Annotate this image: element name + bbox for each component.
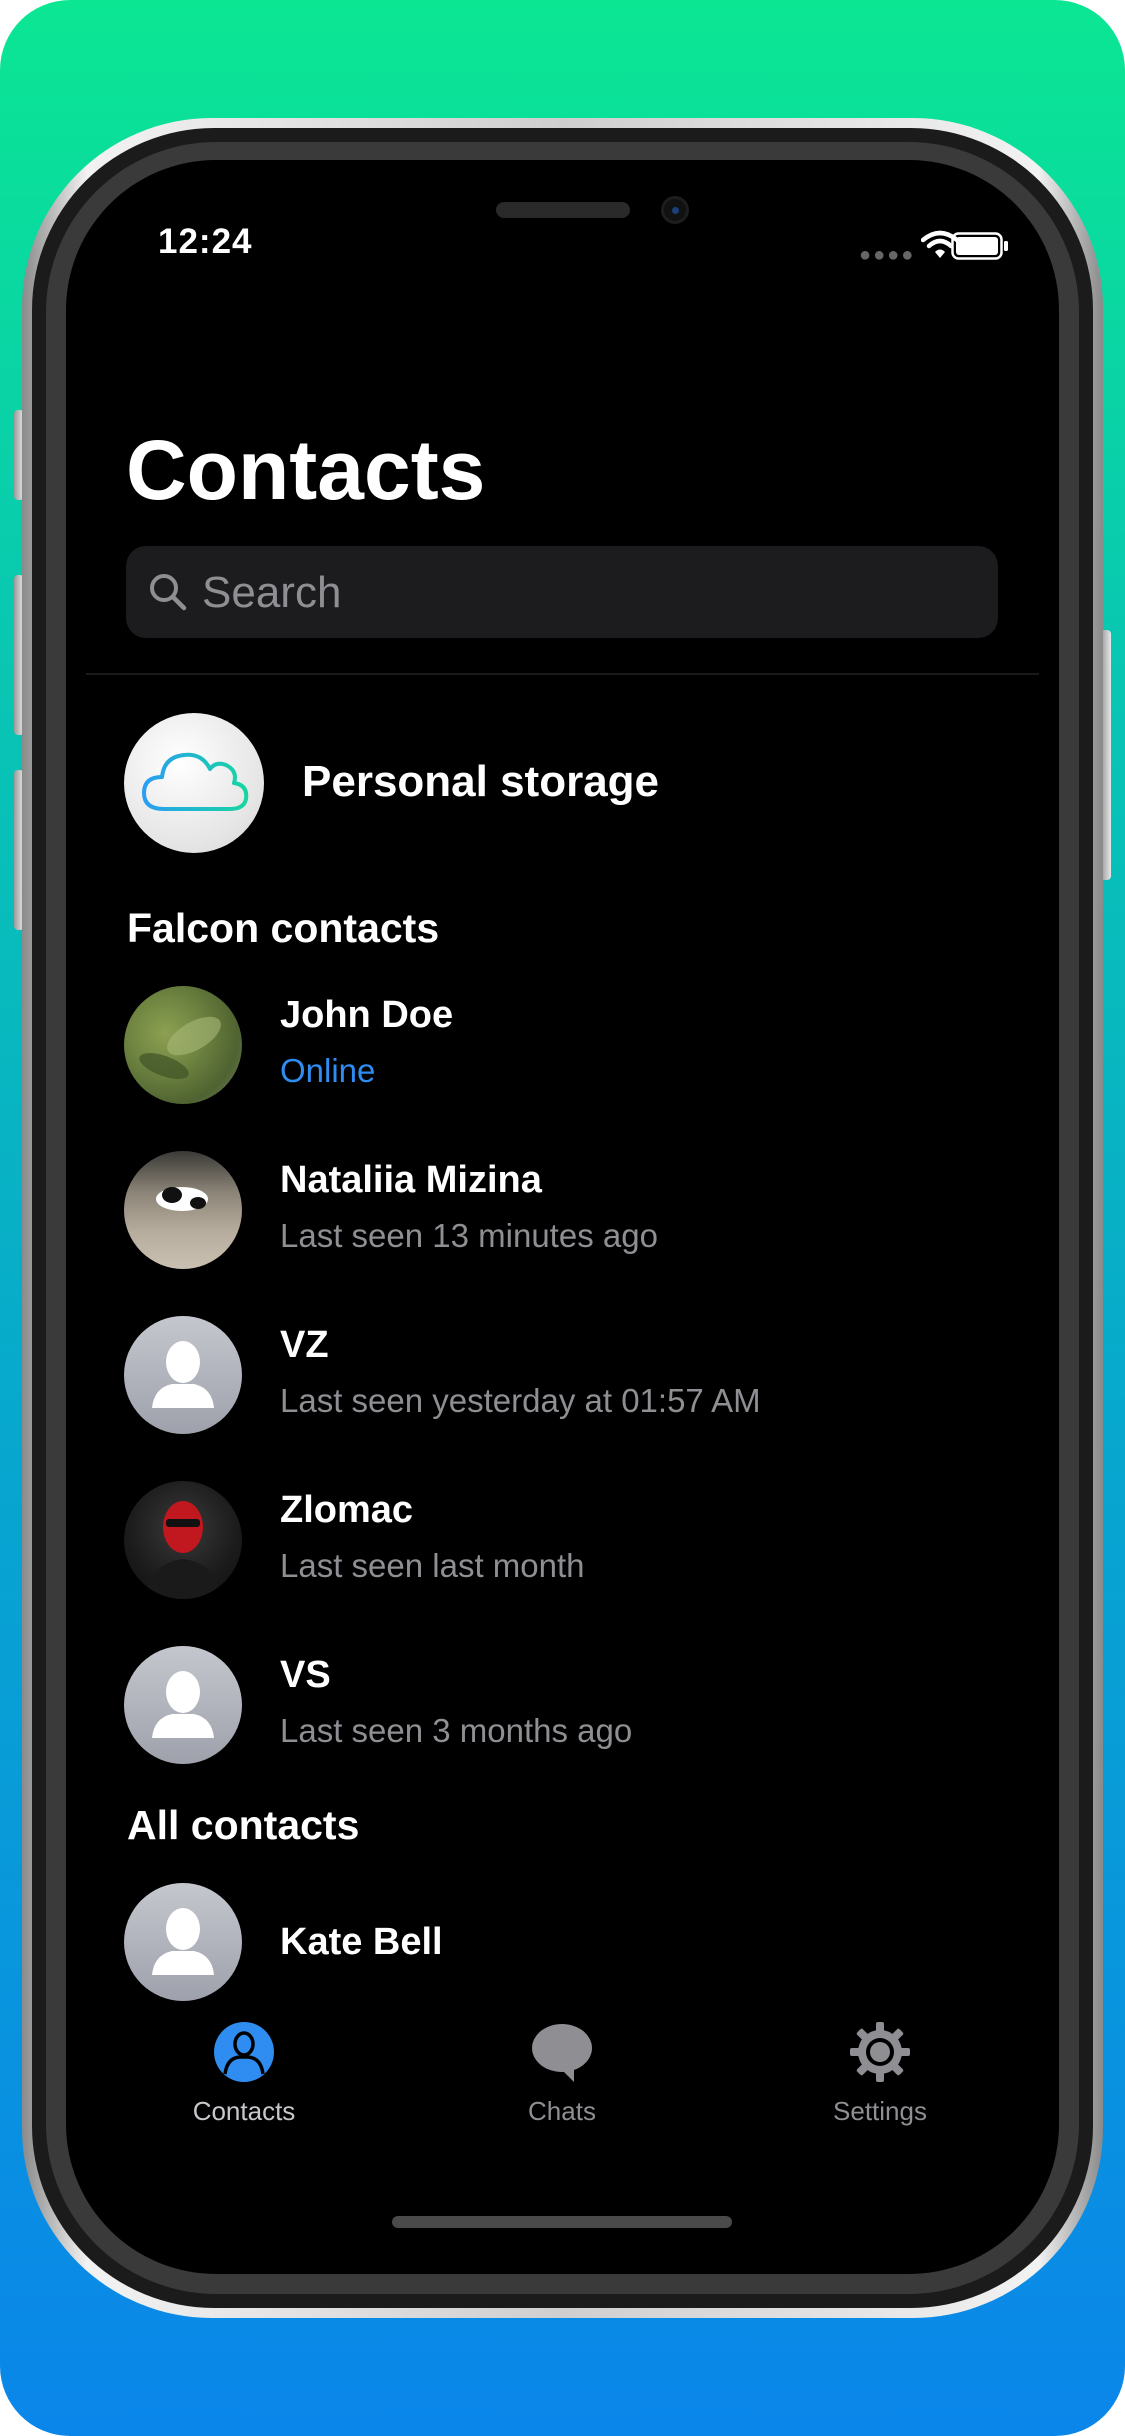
contact-name: VS: [280, 1654, 331, 1696]
cloud-icon: [142, 752, 249, 811]
contact-name: VZ: [280, 1324, 329, 1366]
earpiece-speaker: [496, 202, 630, 218]
tab-chats-label: Chats: [528, 2096, 596, 2126]
contact-row[interactable]: Kate Bell: [124, 1883, 1024, 2001]
personal-storage-avatar: [124, 713, 264, 853]
contact-status: Last seen 13 minutes ago: [280, 1217, 658, 1254]
section-header-falcon-contacts: Falcon contacts: [127, 905, 440, 951]
contact-name: John Doe: [280, 994, 454, 1036]
divider: [86, 673, 1039, 675]
search-placeholder: Search: [202, 568, 342, 617]
tab-contacts[interactable]: Contacts: [144, 2020, 344, 2140]
contact-row[interactable]: Nataliia Mizina Last seen 13 minutes ago: [124, 1151, 1024, 1269]
tab-chats[interactable]: Chats: [462, 2020, 662, 2140]
avatar: [124, 1151, 242, 1269]
avatar: [124, 1646, 242, 1764]
status-time: 12:24: [158, 222, 253, 261]
home-indicator[interactable]: [392, 2216, 732, 2228]
default-person-icon: [152, 1671, 214, 1738]
contacts-icon: [214, 2022, 274, 2082]
section-header-all-contacts: All contacts: [127, 1802, 360, 1848]
contact-name: Zlomac: [280, 1489, 414, 1531]
tab-settings[interactable]: Settings: [780, 2020, 980, 2140]
contact-row[interactable]: John Doe Online: [124, 986, 1024, 1104]
contact-status: Last seen last month: [280, 1547, 585, 1584]
contact-status: Last seen 3 months ago: [280, 1712, 633, 1749]
chat-bubble-icon: [532, 2024, 592, 2082]
search-icon: [150, 574, 187, 611]
screen: 12:24 ●●●● Contacts Search Personal stor…: [66, 160, 1059, 2274]
tab-contacts-label: Contacts: [192, 2096, 296, 2126]
avatar: [124, 986, 242, 1104]
front-camera: [661, 196, 689, 224]
contact-name: Kate Bell: [280, 1921, 443, 1963]
battery-icon: [951, 232, 1008, 260]
search-input[interactable]: Search: [126, 546, 998, 638]
default-person-icon: [152, 1341, 214, 1408]
contact-status: Last seen yesterday at 01:57 AM: [280, 1382, 761, 1419]
contact-row[interactable]: VZ Last seen yesterday at 01:57 AM: [124, 1316, 1024, 1434]
tab-settings-label: Settings: [833, 2096, 927, 2126]
avatar: [124, 1883, 242, 2001]
personal-storage-label: Personal storage: [302, 757, 660, 806]
contact-row[interactable]: Zlomac Last seen last month: [124, 1481, 1024, 1599]
contact-row[interactable]: VS Last seen 3 months ago: [124, 1646, 1024, 1764]
contact-name: Nataliia Mizina: [280, 1159, 542, 1201]
avatar: [124, 1316, 242, 1434]
contact-status: Online: [280, 1052, 376, 1089]
page-title: Contacts: [126, 423, 486, 517]
tab-bar: Contacts Chats Settings: [66, 2020, 1059, 2220]
cellular-signal-icon: ●●●●: [859, 244, 916, 266]
status-icons: ●●●●: [859, 230, 1029, 266]
gear-icon: [850, 2022, 910, 2082]
avatar: [124, 1481, 242, 1599]
personal-storage-row[interactable]: Personal storage: [124, 713, 1024, 853]
default-person-icon: [152, 1908, 214, 1975]
